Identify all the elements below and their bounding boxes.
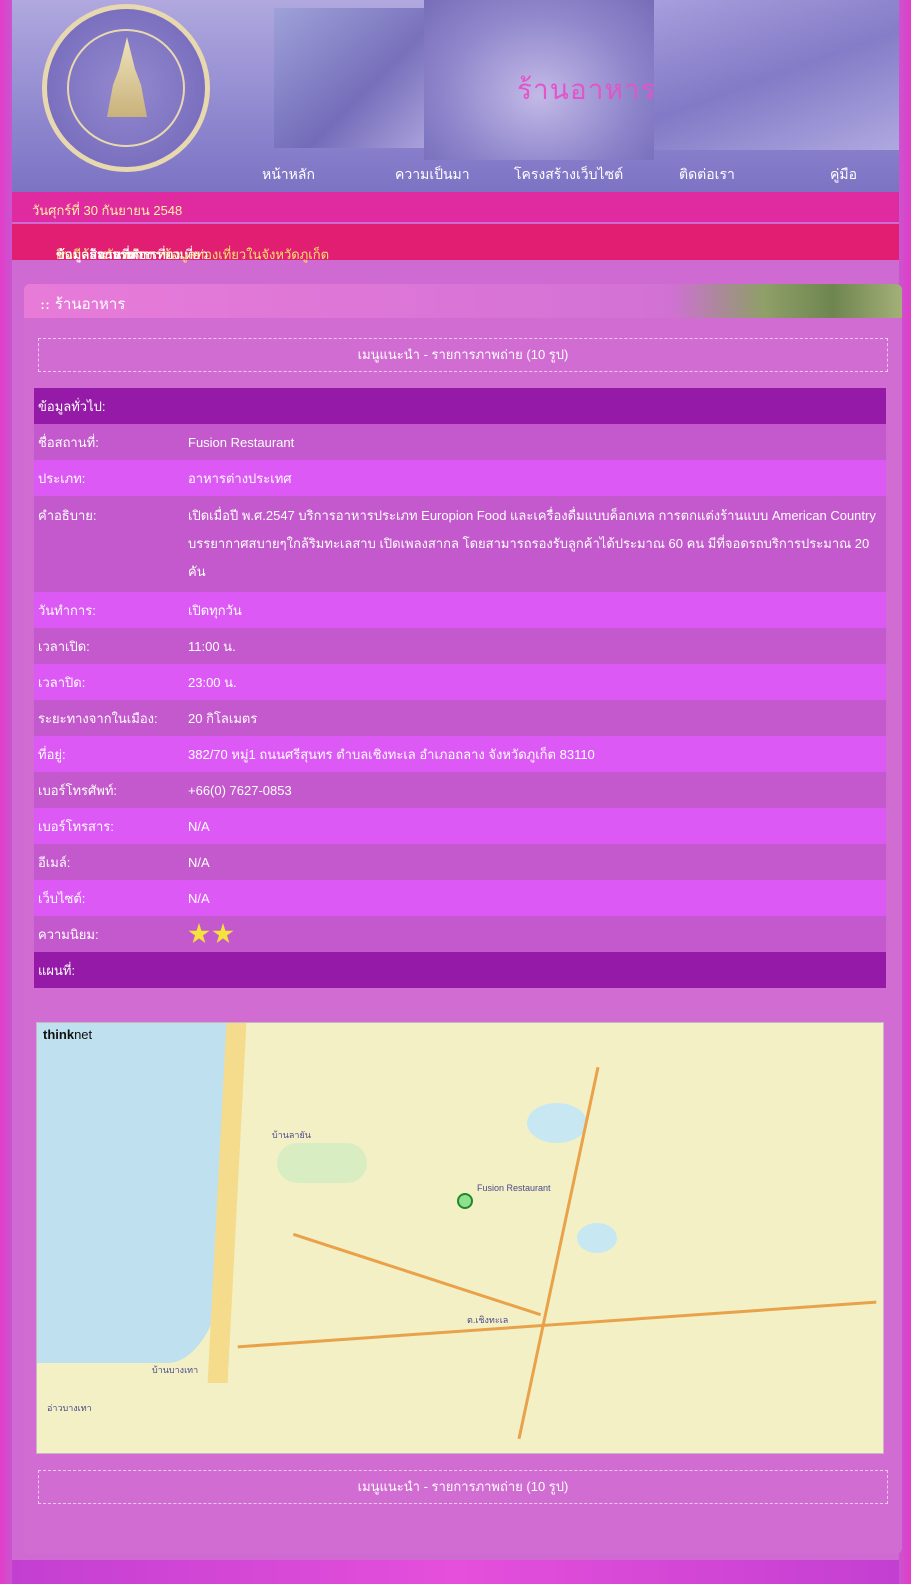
table-row: เบอร์โทรศัพท์: +66(0) 7627-0853 — [34, 772, 886, 808]
table-row: ระยะทางจากในเมือง: 20 กิโลเมตร — [34, 700, 886, 736]
nav-contact[interactable]: ติดต่อเรา — [679, 164, 735, 186]
panel-title: :: ร้านอาหาร — [40, 295, 126, 313]
location-marker-icon[interactable] — [457, 1193, 473, 1209]
nav-manual[interactable]: คู่มือ — [830, 164, 857, 186]
menu-photos-link-top[interactable]: เมนูแนะนำ - รายการภาพถ่าย (10 รูป) — [38, 338, 888, 372]
row-label: ความนิยม: — [38, 926, 99, 942]
date-bar: วันศุกร์ที่ 30 กันยายน 2548 — [12, 192, 899, 222]
table-row: ความนิยม: — [34, 916, 886, 952]
location-map[interactable]: thinknet Fusion Restaurant ต.เชิงทะเล บ้… — [36, 1022, 884, 1454]
row-label: ที่อยู่: — [38, 746, 66, 762]
row-value: Fusion Restaurant — [188, 434, 295, 450]
link-restaurants[interactable]: ข้อมูลร้านอาหาร — [56, 244, 150, 265]
map-lake-2 — [577, 1223, 617, 1253]
frame-left — [0, 0, 12, 1584]
table-row: ชื่อสถานที่: Fusion Restaurant — [34, 424, 886, 460]
row-value: +66(0) 7627-0853 — [188, 782, 292, 798]
nav-home[interactable]: หน้าหลัก — [262, 164, 315, 186]
row-label: ระยะทางจากในเมือง: — [38, 710, 158, 726]
content-panel: :: ร้านอาหาร เมนูแนะนำ - รายการภาพถ่าย (… — [24, 284, 902, 1554]
star-icon — [188, 923, 210, 944]
info-table: ข้อมูลทั่วไป: ชื่อสถานที่: Fusion Restau… — [34, 388, 886, 988]
map-park — [277, 1143, 367, 1183]
table-row: อีเมล์: N/A — [34, 844, 886, 880]
row-label: เวลาเปิด: — [38, 638, 90, 654]
map-provider-logo: thinknet — [43, 1027, 93, 1042]
page: ร้านอาหาร หน้าหลัก ความเป็นมา โครงสร้างเ… — [0, 0, 911, 1584]
row-value: N/A — [188, 854, 210, 870]
section-general: ข้อมูลทั่วไป: — [34, 388, 886, 424]
table-row: เบอร์โทรสาร: N/A — [34, 808, 886, 844]
header-photo-chef — [274, 8, 424, 148]
row-label: เบอร์โทรศัพท์: — [38, 782, 118, 798]
row-value: N/A — [188, 818, 210, 834]
row-value: อาหารต่างประเทศ — [188, 470, 292, 486]
row-label: ประเภท: — [38, 470, 86, 486]
row-value: 382/70 หมู่1 ถนนศรีสุนทร ตำบลเชิงทะเล อำ… — [188, 746, 595, 762]
row-label: ชื่อสถานที่: — [38, 434, 99, 450]
map-lake — [527, 1103, 587, 1143]
popularity-stars — [184, 916, 886, 952]
row-label: อีเมล์: — [38, 854, 71, 870]
nav-sitemap[interactable]: โครงสร้างเว็บไซต์ — [514, 164, 623, 186]
map-sea — [37, 1023, 227, 1363]
table-row: ประเภท: อาหารต่างประเทศ — [34, 460, 886, 496]
row-value: 23:00 น. — [188, 674, 237, 690]
row-value: เปิดเมื่อปี พ.ศ.2547 บริการอาหารประเภท E… — [188, 508, 876, 579]
table-row: เว็บไซต์: N/A — [34, 880, 886, 916]
site-title: ร้านอาหาร — [517, 73, 657, 106]
table-row: ที่อยู่: 382/70 หมู่1 ถนนศรีสุนทร ตำบลเช… — [34, 736, 886, 772]
row-value: N/A — [188, 890, 210, 906]
row-value: 20 กิโลเมตร — [188, 710, 258, 726]
map-road — [237, 1300, 877, 1349]
row-label: เบอร์โทรสาร: — [38, 818, 114, 834]
row-value: เปิดทุกวัน — [188, 602, 242, 618]
row-label: เว็บไซต์: — [38, 890, 86, 906]
footer-bar — [12, 1560, 899, 1584]
map-label: บ้านบางเทา — [152, 1365, 199, 1375]
row-value: 11:00 น. — [188, 638, 236, 654]
nav-history[interactable]: ความเป็นมา — [395, 164, 470, 186]
panel-banner-image — [672, 284, 902, 318]
current-date: วันศุกร์ที่ 30 กันยายน 2548 — [32, 203, 183, 218]
map-label: บ้านลายัน — [272, 1130, 311, 1140]
menu-photos-link-bottom[interactable]: เมนูแนะนำ - รายการภาพถ่าย (10 รูป) — [38, 1470, 888, 1504]
section-map-label: แผนที่: — [38, 962, 76, 978]
row-label: วันทำการ: — [38, 602, 96, 618]
map-label: Fusion Restaurant — [477, 1183, 551, 1193]
header-photo-dining — [654, 0, 899, 150]
table-row: วันทำการ: เปิดทุกวัน — [34, 592, 886, 628]
table-row: คำอธิบาย: เปิดเมื่อปี พ.ศ.2547 บริการอาห… — [34, 496, 886, 592]
table-row: เวลาปิด: 23:00 น. — [34, 664, 886, 700]
star-icon — [212, 923, 234, 944]
main-nav: หน้าหลัก ความเป็นมา โครงสร้างเว็บไซต์ ติ… — [12, 164, 899, 188]
map-road — [292, 1232, 542, 1317]
section-map: แผนที่: — [34, 952, 886, 988]
map-label: ต.เชิงทะเล — [467, 1315, 509, 1325]
map-label: อ่าวบางเทา — [47, 1403, 92, 1413]
welcome-marquee: ยินดีต้อนรับ:บริการข้อมูลท่องเที่ยวในจัง… — [12, 224, 899, 262]
row-label: เวลาปิด: — [38, 674, 86, 690]
row-label: คำอธิบาย: — [38, 508, 97, 523]
site-header: ร้านอาหาร หน้าหลัก ความเป็นมา โครงสร้างเ… — [12, 0, 899, 192]
university-logo[interactable] — [42, 4, 210, 172]
table-row: เวลาเปิด: 11:00 น. — [34, 628, 886, 664]
section-general-label: ข้อมูลทั่วไป: — [38, 398, 106, 414]
panel-header: :: ร้านอาหาร — [24, 284, 902, 318]
